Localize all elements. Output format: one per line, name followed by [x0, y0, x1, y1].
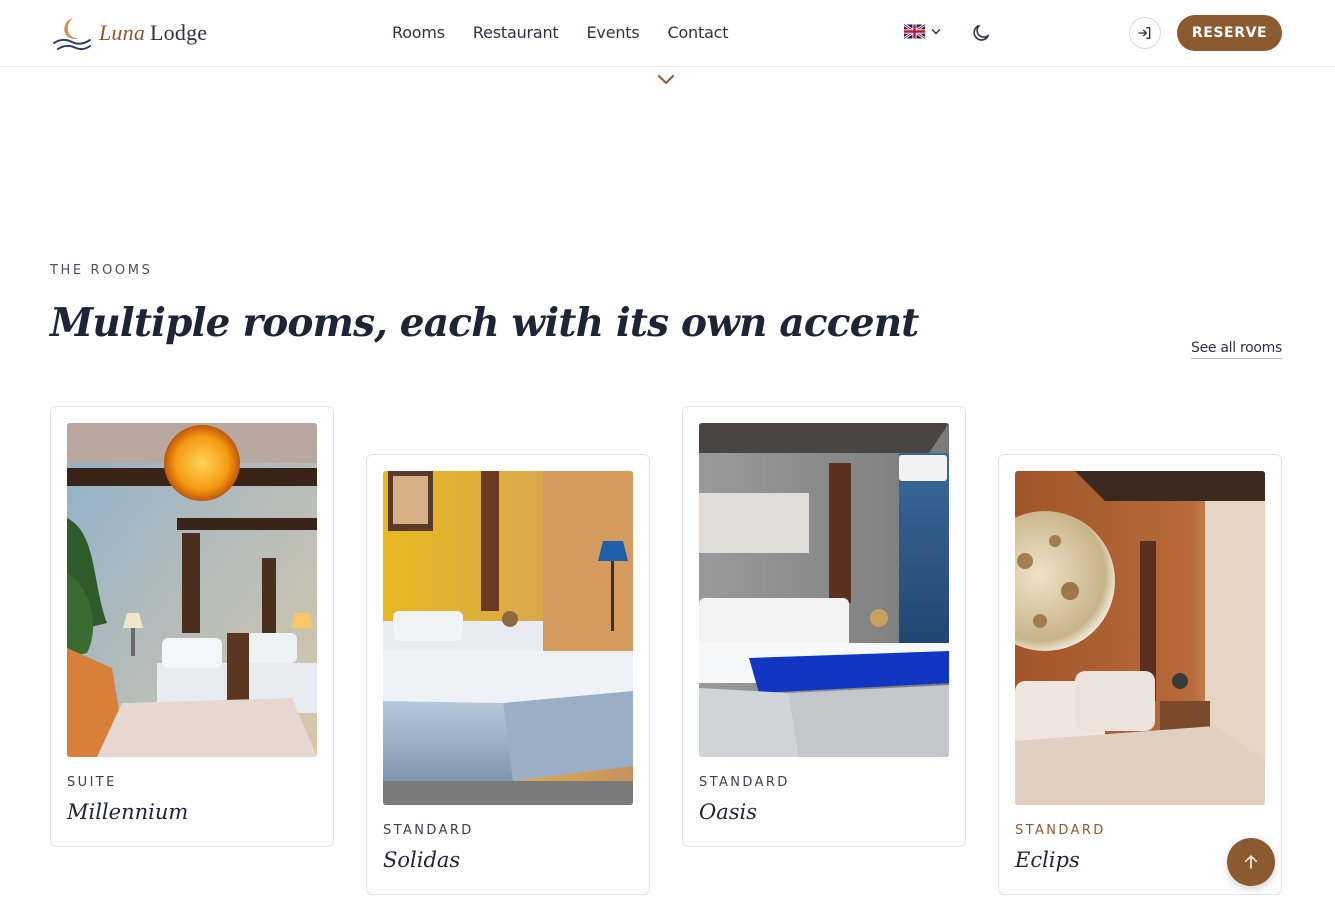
room-category: STANDARD	[1015, 823, 1106, 838]
room-photo	[383, 471, 633, 805]
site-header: Luna Lodge Rooms Restaurant Events Contac…	[0, 0, 1335, 67]
main-nav: Rooms Restaurant Events Contact	[392, 23, 729, 42]
chevron-down-icon	[931, 28, 941, 35]
room-name: Solidas	[383, 848, 461, 872]
room-photo	[1015, 471, 1265, 805]
brand-name: Luna Lodge	[99, 20, 208, 45]
room-category: STANDARD	[699, 775, 790, 790]
room-card-oasis[interactable]: STANDARD Oasis	[682, 406, 966, 847]
scroll-to-top-button[interactable]	[1227, 838, 1275, 886]
brand-logo[interactable]: Luna Lodge	[51, 14, 207, 52]
sign-in-icon	[1138, 27, 1151, 39]
room-photo	[67, 423, 317, 757]
room-name: Oasis	[699, 800, 758, 824]
room-card-millennium[interactable]: SUITE Millennium	[50, 406, 334, 847]
room-name: Millennium	[67, 800, 189, 824]
moon-icon	[973, 24, 990, 41]
uk-flag-icon	[904, 24, 925, 39]
scroll-down-chevron-icon[interactable]	[657, 73, 675, 87]
room-card-solidas[interactable]: STANDARD Solidas	[366, 454, 650, 895]
section-eyebrow: THE ROOMS	[50, 263, 153, 278]
section-title: Multiple rooms, each with its own accent	[50, 300, 919, 346]
login-button[interactable]	[1129, 17, 1161, 49]
theme-toggle-button[interactable]	[970, 22, 992, 44]
nav-contact[interactable]: Contact	[668, 23, 729, 42]
nav-events[interactable]: Events	[587, 23, 640, 42]
moon-wave-logo-icon	[53, 18, 91, 51]
see-all-rooms-link[interactable]: See all rooms	[1191, 340, 1282, 359]
reserve-button[interactable]: RESERVE	[1177, 15, 1282, 51]
room-category: SUITE	[67, 775, 117, 790]
room-card-eclips[interactable]: STANDARD Eclips	[998, 454, 1282, 895]
nav-restaurant[interactable]: Restaurant	[473, 23, 559, 42]
arrow-up-icon	[1245, 855, 1257, 869]
room-photo	[699, 423, 949, 757]
nav-rooms[interactable]: Rooms	[392, 23, 445, 42]
room-category: STANDARD	[383, 823, 474, 838]
language-selector[interactable]	[904, 24, 941, 39]
